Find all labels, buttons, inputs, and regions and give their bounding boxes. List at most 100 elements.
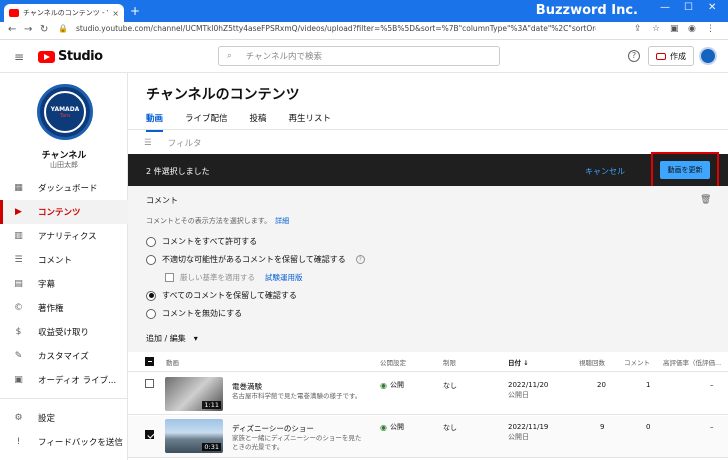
video-duration: 0:31 xyxy=(202,443,221,451)
radio-circle[interactable] xyxy=(146,236,156,247)
star-icon[interactable]: ☆ xyxy=(652,24,660,34)
sidebar-item-audio-library[interactable]: ▣ オーディオ ライブ... xyxy=(0,368,128,392)
search-input[interactable]: ⌕ チャンネル内で検索 xyxy=(218,46,500,66)
sidebar-item-comments[interactable]: ☰ コメント xyxy=(0,248,128,272)
select-all-checkbox[interactable] xyxy=(145,357,154,366)
forward-icon[interactable]: → xyxy=(24,24,32,35)
radio-disable[interactable]: コメントを無効にする xyxy=(146,308,242,319)
sidebar-item-settings[interactable]: ⚙ 設定 xyxy=(0,406,128,430)
radio-circle[interactable] xyxy=(146,254,156,265)
radio-hold-all[interactable]: すべてのコメントを保留して確認する xyxy=(146,290,297,301)
sidebar-item-customization[interactable]: ✎ カスタマイズ xyxy=(0,344,128,368)
studio-logo-text[interactable]: Studio xyxy=(58,49,103,64)
sidebar-item-dashboard[interactable]: ▦ ダッシュボード xyxy=(0,176,128,200)
likes-value: – xyxy=(710,423,714,431)
customization-icon: ✎ xyxy=(14,351,23,361)
filter-label: フィルタ xyxy=(167,139,202,149)
row-checkbox-checked[interactable] xyxy=(145,430,154,439)
radio-hold-inappropriate[interactable]: 不適切な可能性があるコメントを保留して確認する ? xyxy=(146,254,365,265)
new-tab-button[interactable]: + xyxy=(130,4,140,18)
sidebar-item-label: ダッシュボード xyxy=(38,184,98,194)
add-edit-dropdown[interactable]: 追加 / 編集 ▾ xyxy=(146,333,198,344)
close-window-icon[interactable]: ✕ xyxy=(708,2,716,13)
audio-library-icon: ▣ xyxy=(14,375,23,385)
comments-value: 1 xyxy=(646,381,651,389)
visibility-cell[interactable]: ◉ 公開 xyxy=(380,422,404,432)
browser-tab[interactable]: チャンネルのコンテンツ - YouTube Stu × xyxy=(4,4,124,22)
comments-description: コメントとその表示方法を選択します。 詳細 xyxy=(146,216,289,226)
help-icon[interactable]: ? xyxy=(355,255,365,264)
selection-count: 2 件選択しました xyxy=(146,167,210,176)
profile-icon[interactable]: ◉ xyxy=(688,24,696,34)
share-icon[interactable]: ⇪ xyxy=(634,24,642,34)
visibility-cell[interactable]: ◉ 公開 xyxy=(380,380,404,390)
date-cell: 2022/11/20 公開日 xyxy=(508,380,548,400)
avatar-text: YAMADA xyxy=(50,105,80,113)
add-edit-label: 追加 / 編集 xyxy=(146,334,186,343)
comments-icon: ☰ xyxy=(14,255,23,265)
column-date[interactable]: 日付 ↓ xyxy=(508,357,529,367)
filter-bar[interactable]: ☰ フィルタ xyxy=(144,137,201,149)
avatar-subtext: Taro xyxy=(59,112,71,119)
monetization-icon: $ xyxy=(15,327,22,337)
description-text: コメントとその表示方法を選択します。 xyxy=(146,217,272,225)
account-avatar[interactable] xyxy=(699,47,717,65)
video-thumbnail[interactable]: 0:31 xyxy=(165,419,223,453)
back-icon[interactable]: ← xyxy=(8,24,16,35)
sidebar-item-content[interactable]: ▶ コンテンツ xyxy=(0,200,128,224)
reload-icon[interactable]: ↻ xyxy=(40,24,48,35)
video-thumbnail[interactable]: 1:11 xyxy=(165,377,223,411)
sidebar-item-label: 著作権 xyxy=(38,304,64,314)
radio-allow-all[interactable]: コメントをすべて許可する xyxy=(146,236,257,247)
details-link[interactable]: 詳細 xyxy=(275,217,289,225)
strict-checkbox[interactable] xyxy=(165,273,174,282)
date-value: 2022/11/20 xyxy=(508,381,549,389)
trash-icon[interactable]: 🗑 xyxy=(700,195,711,205)
hamburger-menu-icon[interactable]: ≡ xyxy=(14,50,24,64)
eye-icon: ◉ xyxy=(380,380,387,390)
video-title[interactable]: ディズニーシーのショー xyxy=(232,423,314,434)
strict-filter-option[interactable]: 厳しい基準を適用する 試験運用版 xyxy=(165,272,303,283)
sidebar-item-label: コンテンツ xyxy=(38,208,81,218)
column-views: 視聴回数 xyxy=(579,359,605,367)
sidebar-item-label: 設定 xyxy=(38,414,56,424)
sidebar-item-label: フィードバックを送信 xyxy=(38,438,123,448)
sidebar-item-copyright[interactable]: © 著作権 xyxy=(0,296,128,320)
sidebar-divider xyxy=(0,398,128,399)
address-bar[interactable]: studio.youtube.com/channel/UCMTkl0hZ5tty… xyxy=(76,24,596,33)
caret-down-icon: ▾ xyxy=(193,334,198,343)
radio-circle[interactable] xyxy=(146,308,156,319)
maximize-icon[interactable]: ☐ xyxy=(684,2,693,13)
radio-circle-selected[interactable] xyxy=(146,290,156,301)
video-title[interactable]: 電巻満験 xyxy=(232,381,262,392)
settings-icon: ⚙ xyxy=(14,413,23,423)
sidebar-item-subtitles[interactable]: ▤ 字幕 xyxy=(0,272,128,296)
tab-close-icon[interactable]: × xyxy=(112,9,119,18)
beta-link[interactable]: 試験運用版 xyxy=(265,272,303,283)
bulk-edit-panel xyxy=(128,186,728,352)
extensions-icon[interactable]: ▣ xyxy=(670,24,679,34)
content-icon: ▶ xyxy=(15,207,22,217)
minimize-icon[interactable]: — xyxy=(660,2,670,13)
analytics-icon: ▥ xyxy=(14,231,23,241)
channel-avatar[interactable]: YAMADA Taro xyxy=(37,84,93,140)
filter-icon: ☰ xyxy=(144,138,152,148)
video-description: 家族と一緒にディズニーシーのショーを見たときの光景です。 xyxy=(232,434,362,451)
date-cell: 2022/11/19 公開日 xyxy=(508,422,548,442)
sidebar-item-monetization[interactable]: $ 収益受け取り xyxy=(0,320,128,344)
subtitles-icon: ▤ xyxy=(14,279,23,289)
lock-icon[interactable]: 🔒 xyxy=(58,24,68,33)
brand-watermark: Buzzword Inc. xyxy=(535,3,638,18)
youtube-logo-icon[interactable] xyxy=(38,51,55,63)
menu-icon[interactable]: ⋮ xyxy=(706,24,715,34)
sidebar-item-analytics[interactable]: ▥ アナリティクス xyxy=(0,224,128,248)
sidebar-item-feedback[interactable]: ! フィードバックを送信 xyxy=(0,430,128,454)
column-likes: 高評価率（低評価... xyxy=(663,359,722,367)
likes-value: – xyxy=(710,381,714,389)
sidebar-item-label: 収益受け取り xyxy=(38,328,90,338)
help-icon[interactable]: ? xyxy=(628,50,640,62)
cancel-button[interactable]: キャンセル xyxy=(585,166,625,177)
create-button[interactable]: 作成 xyxy=(648,46,694,66)
sidebar-item-label: カスタマイズ xyxy=(38,352,89,362)
row-checkbox[interactable] xyxy=(145,379,154,388)
